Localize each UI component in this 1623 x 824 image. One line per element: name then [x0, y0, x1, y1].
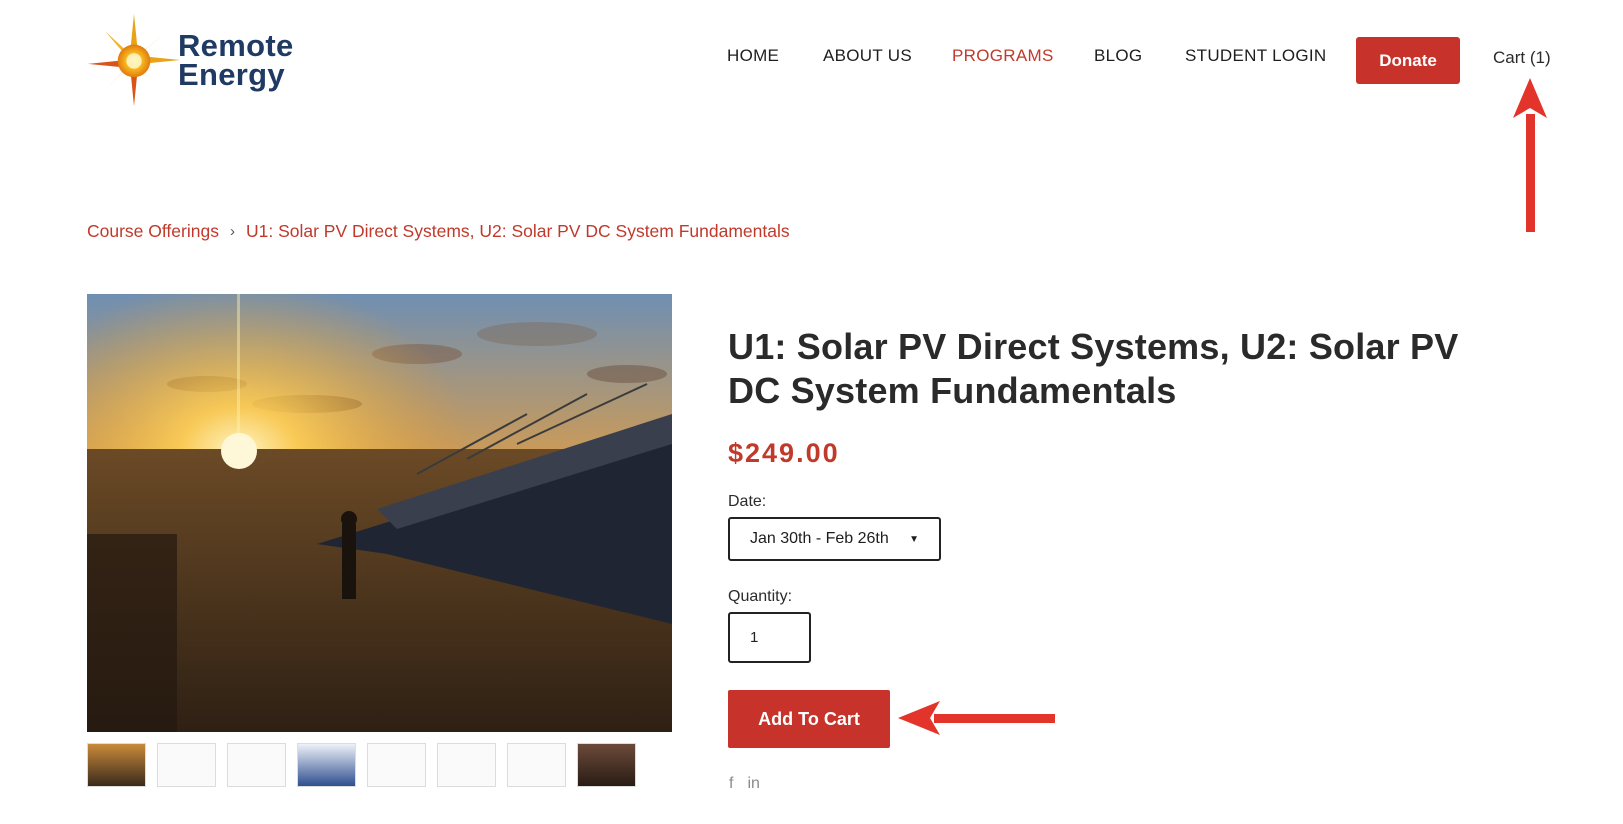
thumbnail-6[interactable] [437, 743, 496, 787]
breadcrumb: Course Offerings › U1: Solar PV Direct S… [87, 221, 790, 242]
donate-button[interactable]: Donate [1356, 37, 1460, 84]
logo-line2: Energy [178, 57, 285, 92]
sun-compass-logo-icon [87, 13, 181, 107]
quantity-input[interactable] [728, 612, 811, 663]
add-to-cart-button[interactable]: Add To Cart [728, 690, 890, 748]
thumbnail-4[interactable] [297, 743, 356, 787]
annotation-arrow-up-icon [1513, 78, 1547, 232]
breadcrumb-course-offerings[interactable]: Course Offerings [87, 221, 219, 242]
share-links: f in [729, 775, 760, 793]
annotation-arrow-left-icon [898, 701, 1055, 735]
thumbnail-strip [87, 743, 636, 787]
logo-wordmark: Remote Energy [178, 27, 294, 92]
logo-line1: Remote [178, 27, 294, 63]
product-title: U1: Solar PV Direct Systems, U2: Solar P… [728, 326, 1459, 411]
solar-array-sunset-photo [87, 294, 672, 732]
product-price: $249.00 [728, 438, 840, 468]
nav-about-us[interactable]: ABOUT US [823, 46, 912, 66]
date-select[interactable]: Jan 30th - Feb 26th ▼ [728, 517, 941, 561]
thumbnail-7[interactable] [507, 743, 566, 787]
facebook-icon[interactable]: f [729, 775, 733, 793]
breadcrumb-separator: › [229, 223, 235, 240]
nav-student-login[interactable]: STUDENT LOGIN [1185, 46, 1327, 66]
thumbnail-3[interactable] [227, 743, 286, 787]
thumbnail-1[interactable] [87, 743, 146, 787]
linkedin-icon[interactable]: in [747, 775, 759, 793]
date-select-value: Jan 30th - Feb 26th [750, 530, 889, 547]
thumbnail-2[interactable] [157, 743, 216, 787]
date-label: Date: [728, 493, 767, 510]
breadcrumb-current[interactable]: U1: Solar PV Direct Systems, U2: Solar P… [246, 221, 790, 242]
caret-down-icon: ▼ [909, 533, 919, 545]
thumbnail-8[interactable] [577, 743, 636, 787]
thumbnail-5[interactable] [367, 743, 426, 787]
cart-link[interactable]: Cart (1) [1493, 48, 1551, 68]
nav-home[interactable]: HOME [727, 46, 779, 66]
nav-programs[interactable]: PROGRAMS [952, 46, 1054, 66]
quantity-label: Quantity: [728, 588, 793, 605]
site-logo[interactable]: Remote Energy [86, 10, 316, 110]
product-main-image[interactable] [87, 294, 672, 732]
nav-blog[interactable]: BLOG [1094, 46, 1142, 66]
